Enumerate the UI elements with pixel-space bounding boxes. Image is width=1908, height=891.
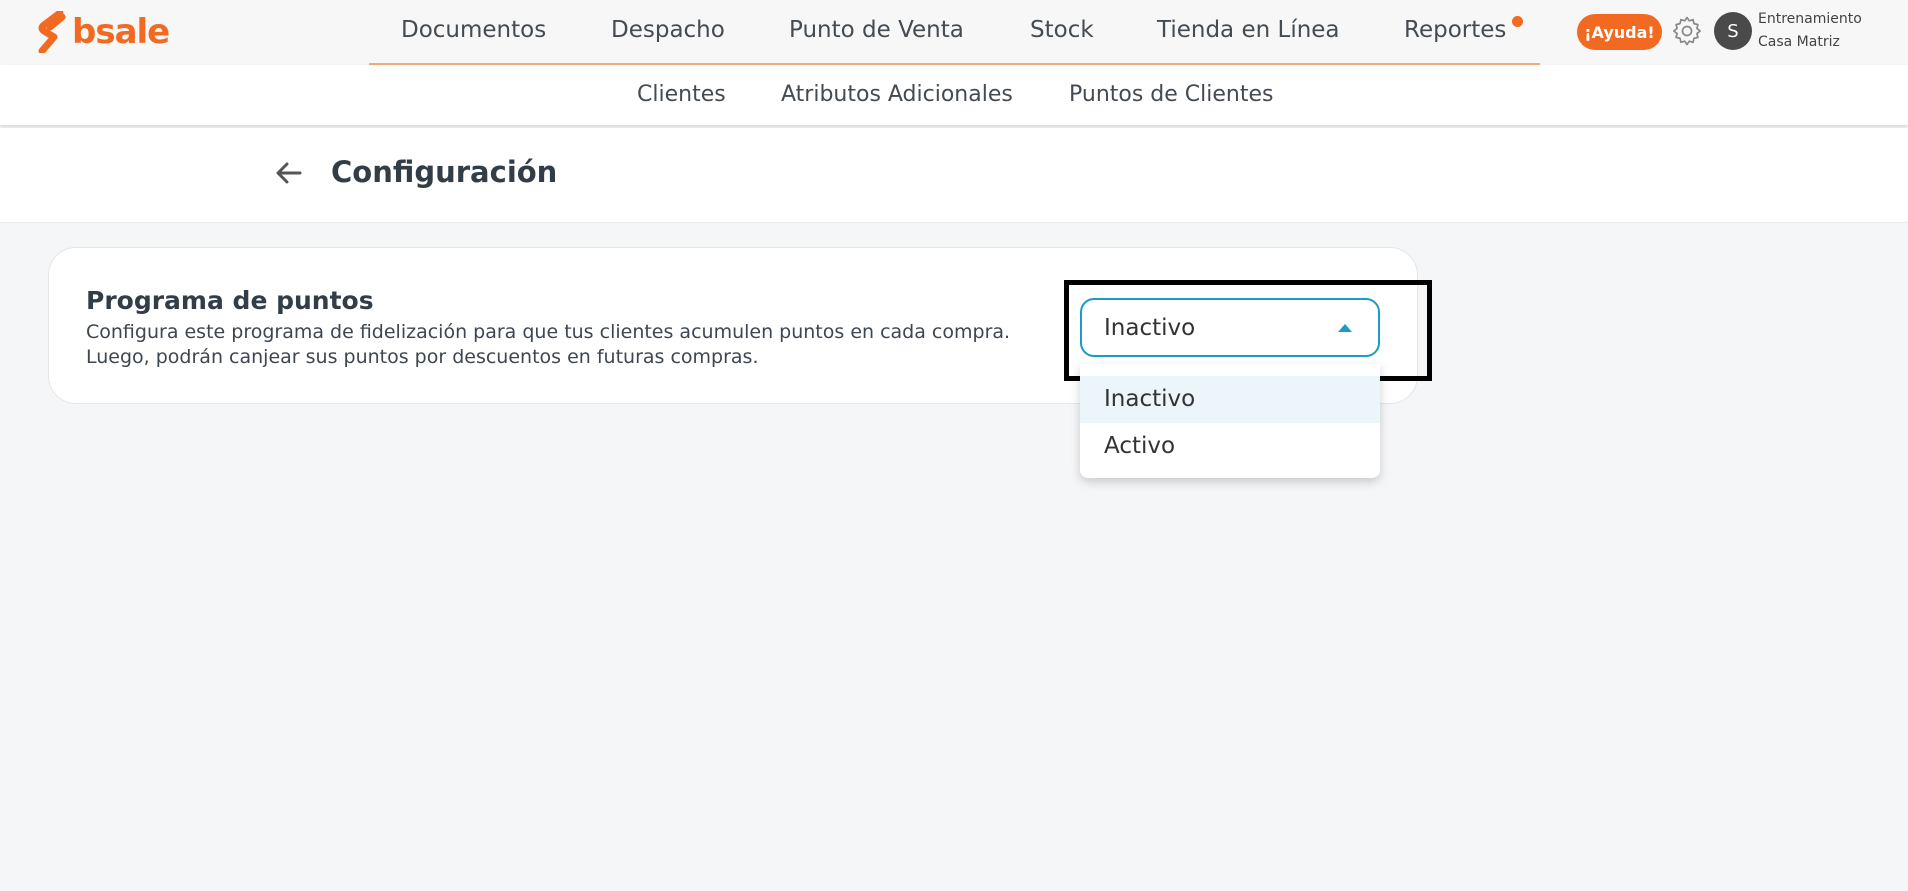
nav-punto-de-venta[interactable]: Punto de Venta bbox=[789, 17, 964, 43]
gear-icon[interactable] bbox=[1670, 14, 1704, 48]
page-header: Configuración bbox=[0, 128, 1908, 223]
avatar[interactable]: S bbox=[1714, 12, 1752, 50]
nav-tienda-en-linea[interactable]: Tienda en Línea bbox=[1157, 17, 1340, 43]
nav-stock[interactable]: Stock bbox=[1030, 17, 1094, 43]
status-dropdown-menu: Inactivo Activo bbox=[1080, 364, 1380, 478]
status-select[interactable]: Inactivo bbox=[1080, 298, 1380, 357]
status-select-value: Inactivo bbox=[1104, 315, 1196, 341]
card-description-line-1: Configura este programa de fidelización … bbox=[86, 321, 1011, 343]
user-name[interactable]: Entrenamiento bbox=[1758, 11, 1876, 27]
nav-documentos[interactable]: Documentos bbox=[401, 17, 546, 43]
card-description: Configura este programa de fidelización … bbox=[86, 320, 1010, 370]
branch-name[interactable]: Casa Matriz bbox=[1758, 34, 1840, 50]
option-activo[interactable]: Activo bbox=[1080, 423, 1380, 470]
subnav-puntos-de-clientes[interactable]: Puntos de Clientes bbox=[1069, 82, 1274, 107]
bsale-logo-icon bbox=[38, 11, 66, 53]
help-button[interactable]: ¡Ayuda! bbox=[1577, 14, 1662, 50]
subnav-clientes[interactable]: Clientes bbox=[637, 82, 726, 107]
subnav-atributos-adicionales[interactable]: Atributos Adicionales bbox=[781, 82, 1013, 107]
nav-reportes[interactable]: Reportes bbox=[1404, 17, 1506, 43]
reportes-notification-dot bbox=[1512, 16, 1523, 27]
arrow-left-icon[interactable] bbox=[274, 158, 304, 188]
nav-despacho[interactable]: Despacho bbox=[611, 17, 725, 43]
card-title: Programa de puntos bbox=[86, 286, 374, 315]
option-inactivo[interactable]: Inactivo bbox=[1080, 376, 1380, 423]
caret-up-icon bbox=[1338, 324, 1352, 332]
top-navbar: bsale Documentos Despacho Punto de Venta… bbox=[0, 0, 1908, 65]
sub-nav: Clientes Atributos Adicionales Puntos de… bbox=[0, 65, 1908, 125]
bsale-logo[interactable]: bsale bbox=[38, 10, 188, 54]
card-description-line-2: Luego, podrán canjear sus puntos por des… bbox=[86, 346, 759, 368]
page-title: Configuración bbox=[331, 155, 558, 189]
bsale-logo-text: bsale bbox=[72, 12, 170, 52]
